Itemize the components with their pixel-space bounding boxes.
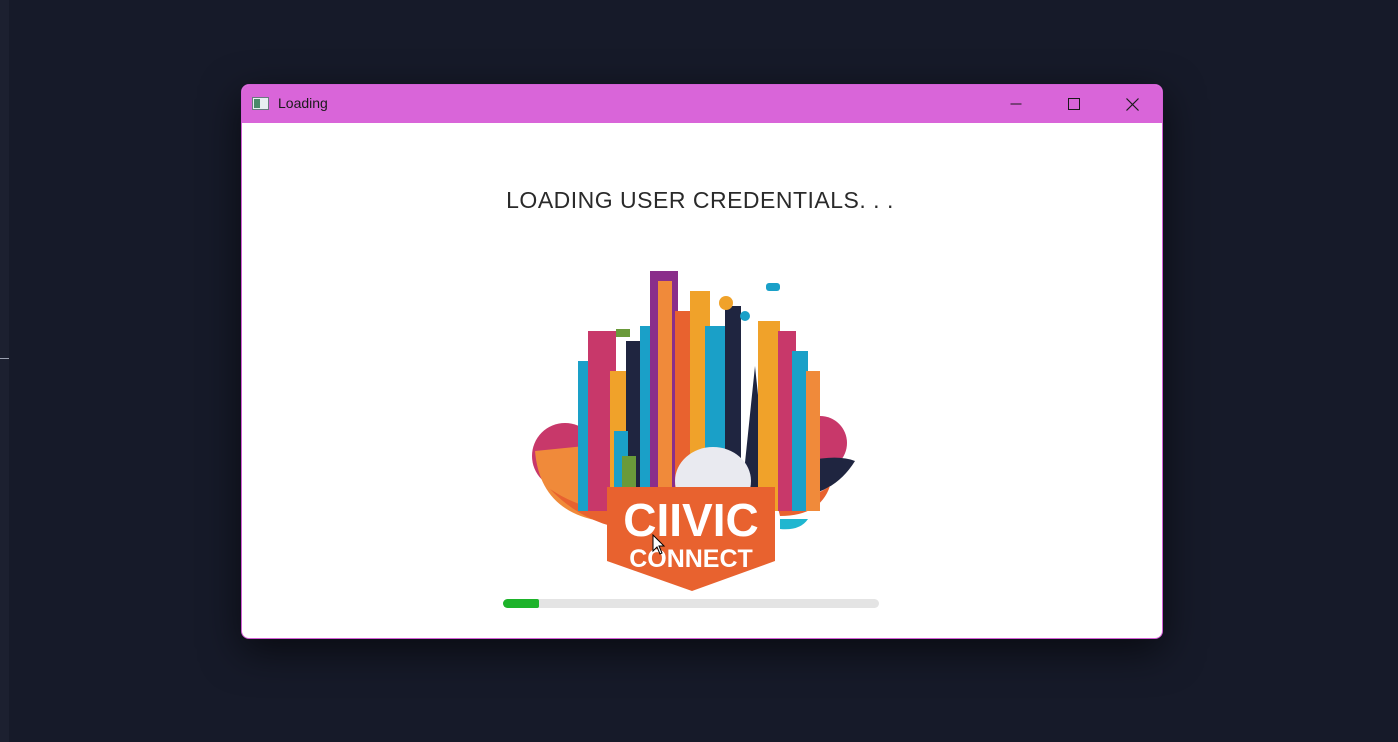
window-title: Loading [278, 95, 328, 111]
progress-bar [503, 599, 879, 608]
minimize-icon [1010, 103, 1022, 105]
close-button[interactable] [1103, 85, 1161, 123]
desktop-edge [0, 0, 9, 742]
maximize-icon [1068, 98, 1080, 110]
loading-window: Loading LOADING USER CREDENTIALS. . . CI… [241, 84, 1163, 639]
progress-fill [503, 599, 539, 608]
civic-connect-logo: CIIVIC CONNECT [532, 271, 855, 591]
loading-message: LOADING USER CREDENTIALS. . . [506, 187, 894, 213]
logo-text-line2: CONNECT [629, 545, 753, 573]
mouse-cursor-icon [652, 534, 666, 555]
close-icon [1125, 97, 1139, 111]
desktop-divider [0, 358, 9, 359]
app-icon [252, 97, 269, 110]
maximize-button[interactable] [1045, 85, 1103, 123]
title-bar[interactable]: Loading [242, 85, 1162, 123]
logo-text-line1: CIIVIC [623, 494, 758, 546]
minimize-button[interactable] [987, 85, 1045, 123]
